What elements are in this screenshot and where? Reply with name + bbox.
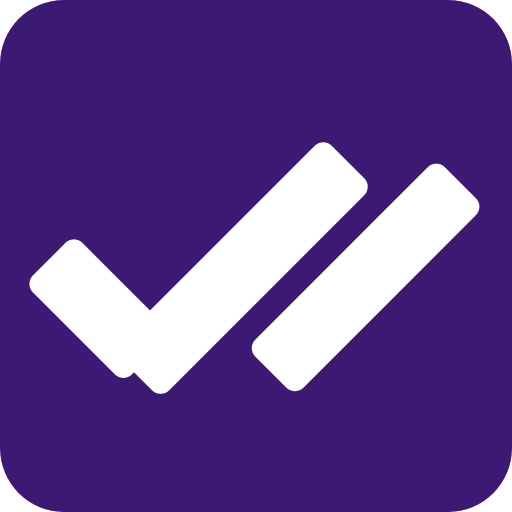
app-icon[interactable] (0, 0, 512, 512)
